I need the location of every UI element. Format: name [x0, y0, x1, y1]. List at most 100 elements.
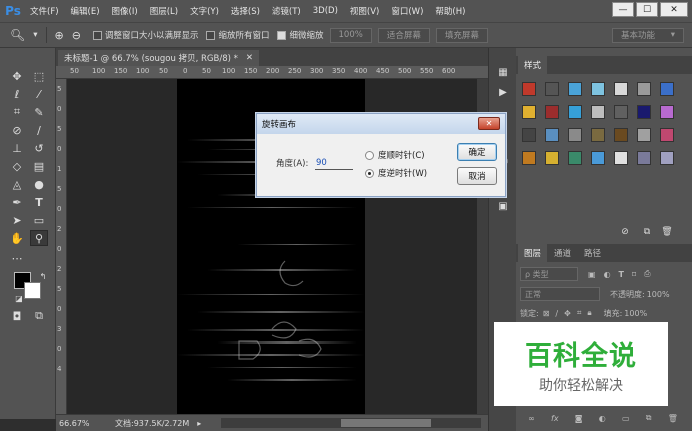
- actions-panel-icon[interactable]: ▶: [494, 84, 512, 100]
- cancel-button[interactable]: 取消: [457, 167, 497, 185]
- type-filter-icon[interactable]: T: [619, 270, 624, 279]
- zoom-in-icon[interactable]: ⊕: [51, 29, 68, 42]
- rectangle-tool-icon[interactable]: ▭: [30, 212, 48, 228]
- style-swatch[interactable]: [637, 151, 651, 165]
- layer-style-icon[interactable]: fx: [551, 414, 559, 423]
- swap-colors-icon[interactable]: ↰: [34, 268, 52, 284]
- image-filter-icon[interactable]: ▣: [588, 270, 596, 279]
- workspace-select[interactable]: 基本功能 ▾: [612, 27, 684, 43]
- style-swatch[interactable]: [545, 151, 559, 165]
- style-swatch[interactable]: [522, 82, 536, 96]
- adjustment-filter-icon[interactable]: ◐: [604, 270, 611, 279]
- trash-icon[interactable]: 🗑︎: [658, 224, 676, 240]
- close-icon[interactable]: ✕: [478, 117, 500, 130]
- minimize-button[interactable]: —: [612, 2, 634, 17]
- document-tab[interactable]: 未标题-1 @ 66.7% (sougou 拷贝, RGB/8) * ✕: [58, 50, 259, 66]
- history-brush-tool-icon[interactable]: ↺: [30, 140, 48, 156]
- style-swatch[interactable]: [522, 128, 536, 142]
- scrubby-zoom-checkbox[interactable]: [277, 30, 287, 40]
- style-swatch[interactable]: [660, 151, 674, 165]
- menu-help[interactable]: 帮助(H): [429, 5, 471, 17]
- style-swatch[interactable]: [614, 151, 628, 165]
- dialog-titlebar[interactable]: 旋转画布 ✕: [257, 114, 505, 134]
- brush-panel-icon[interactable]: ▣: [494, 198, 512, 214]
- magic-wand-tool-icon[interactable]: ⁄: [30, 86, 48, 102]
- new-group-icon[interactable]: ▭: [622, 414, 630, 423]
- add-mask-icon[interactable]: ◙: [575, 414, 583, 423]
- lock-pixels-icon[interactable]: ⊠: [543, 309, 550, 318]
- menu-file[interactable]: 文件(F): [24, 5, 65, 17]
- gradient-tool-icon[interactable]: ▤: [30, 158, 48, 174]
- angle-input[interactable]: [315, 156, 353, 170]
- zoom-out-icon[interactable]: ⊖: [68, 29, 85, 42]
- menu-edit[interactable]: 编辑(E): [65, 5, 106, 17]
- delete-style-icon[interactable]: ⊘: [616, 224, 634, 240]
- hand-tool-icon[interactable]: ✋: [8, 230, 26, 246]
- close-icon[interactable]: ✕: [246, 53, 253, 63]
- lock-all-icon[interactable]: 🔒︎: [587, 308, 591, 318]
- menu-select[interactable]: 选择(S): [225, 5, 266, 17]
- default-colors-icon[interactable]: ◪: [10, 290, 28, 306]
- style-swatch[interactable]: [637, 82, 651, 96]
- style-swatch[interactable]: [637, 105, 651, 119]
- marquee-tool-icon[interactable]: ⬚: [30, 68, 48, 84]
- chevron-right-icon[interactable]: ▸: [197, 419, 201, 428]
- menu-3d[interactable]: 3D(D): [307, 6, 344, 16]
- zoom-tool-icon[interactable]: 🔍︎: [6, 28, 29, 42]
- eyedropper-tool-icon[interactable]: ✎: [30, 104, 48, 120]
- chevron-down-icon[interactable]: ▾: [29, 30, 41, 40]
- style-swatch[interactable]: [568, 82, 582, 96]
- ok-button[interactable]: 确定: [457, 143, 497, 161]
- trash-icon[interactable]: 🗑︎: [668, 414, 678, 423]
- style-swatch[interactable]: [568, 128, 582, 142]
- fill-value[interactable]: 100%: [624, 309, 647, 318]
- tab-layers[interactable]: 图层: [518, 244, 548, 262]
- style-swatch[interactable]: [545, 82, 559, 96]
- shape-filter-icon[interactable]: ⌑: [632, 270, 636, 279]
- style-swatch[interactable]: [591, 82, 605, 96]
- quick-mask-icon[interactable]: ◘: [8, 308, 26, 324]
- style-swatch[interactable]: [660, 105, 674, 119]
- zoom-100-button[interactable]: 100%: [329, 27, 372, 43]
- style-swatch[interactable]: [522, 105, 536, 119]
- link-layers-icon[interactable]: ∞: [528, 414, 535, 423]
- pen-tool-icon[interactable]: ✒: [8, 194, 26, 210]
- smart-object-filter-icon[interactable]: ⎙: [644, 269, 650, 279]
- restore-button[interactable]: ☐: [636, 2, 658, 17]
- resize-windows-checkbox[interactable]: [92, 30, 102, 40]
- menu-type[interactable]: 文字(Y): [184, 5, 225, 17]
- horizontal-scrollbar-thumb[interactable]: [341, 419, 431, 427]
- zoom-all-checkbox[interactable]: [206, 30, 216, 40]
- new-layer-icon[interactable]: ⧉: [646, 413, 652, 423]
- layer-filter-select[interactable]: ρ 类型: [520, 267, 578, 281]
- style-swatch[interactable]: [614, 105, 628, 119]
- style-swatch[interactable]: [545, 105, 559, 119]
- screen-mode-icon[interactable]: ⧉: [30, 308, 48, 324]
- move-tool-icon[interactable]: ✥: [8, 68, 26, 84]
- style-swatch[interactable]: [568, 151, 582, 165]
- style-swatch[interactable]: [591, 105, 605, 119]
- fit-screen-button[interactable]: 适合屏幕: [377, 27, 430, 43]
- style-swatch[interactable]: [522, 151, 536, 165]
- style-swatch[interactable]: [591, 128, 605, 142]
- history-panel-icon[interactable]: ▦: [494, 64, 512, 80]
- blur-tool-icon[interactable]: ◬: [8, 176, 26, 192]
- dodge-tool-icon[interactable]: ●: [30, 176, 48, 192]
- horizontal-scrollbar[interactable]: [221, 418, 481, 428]
- counterclockwise-radio[interactable]: 度逆时针(W): [365, 167, 427, 179]
- fill-screen-button[interactable]: 填充屏幕: [435, 27, 488, 43]
- tab-paths[interactable]: 路径: [578, 244, 607, 262]
- lasso-tool-icon[interactable]: ℓ: [8, 86, 26, 102]
- menu-layer[interactable]: 图层(L): [144, 5, 184, 17]
- lock-paint-icon[interactable]: ∕: [555, 309, 558, 318]
- crop-tool-icon[interactable]: ⌗: [8, 104, 26, 120]
- style-swatch[interactable]: [660, 128, 674, 142]
- style-swatch[interactable]: [568, 105, 582, 119]
- menu-window[interactable]: 窗口(W): [385, 5, 429, 17]
- clone-stamp-tool-icon[interactable]: ⊥: [8, 140, 26, 156]
- menu-view[interactable]: 视图(V): [344, 5, 385, 17]
- path-selection-tool-icon[interactable]: ➤: [8, 212, 26, 228]
- opacity-value[interactable]: 100%: [647, 290, 670, 299]
- style-swatch[interactable]: [637, 128, 651, 142]
- style-swatch[interactable]: [545, 128, 559, 142]
